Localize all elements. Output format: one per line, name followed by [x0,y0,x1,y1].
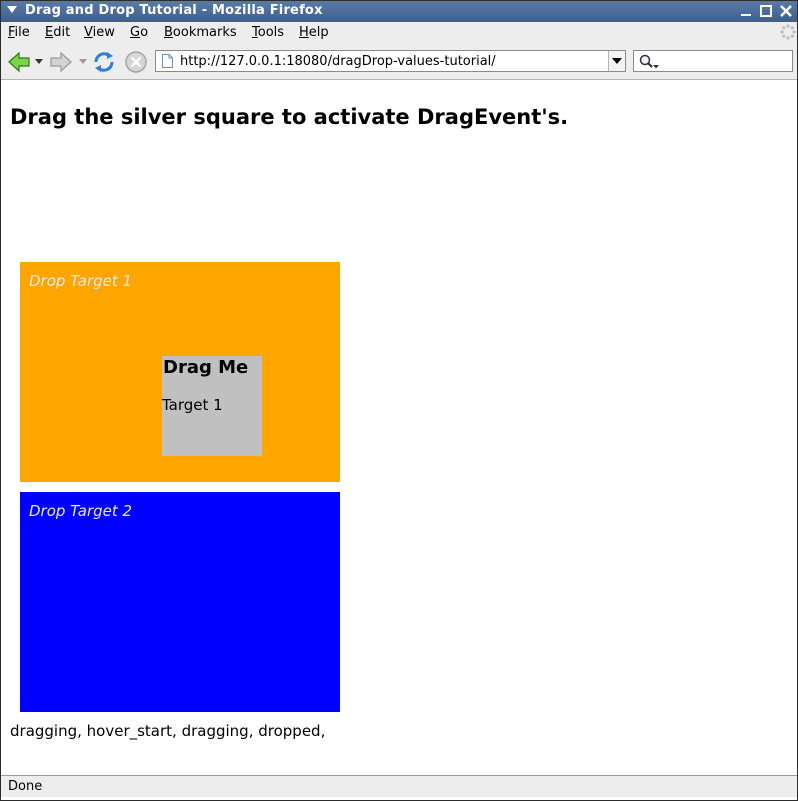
menu-bookmarks[interactable]: Bookmarks [164,25,237,40]
back-arrow-icon[interactable] [7,51,31,73]
stop-icon[interactable] [124,50,148,74]
forward-dropdown-icon[interactable] [79,59,87,65]
menu-view[interactable]: View [84,25,115,40]
menu-edit[interactable]: Edit [45,25,70,40]
drag-box-status: Target 1 [162,396,223,414]
throbber-icon [780,24,796,40]
drop-target-2-label: Drop Target 2 [29,502,133,520]
url-input[interactable] [180,52,600,70]
drag-box-title: Drag Me [163,357,249,378]
navigation-toolbar [1,44,797,80]
menu-help[interactable]: Help [299,25,329,40]
menu-go[interactable]: Go [130,25,148,40]
address-bar[interactable] [155,50,626,72]
title-bar: Drag and Drop Tutorial - Mozilla Firefox [1,1,797,22]
search-engine-icon[interactable] [638,53,660,71]
back-dropdown-icon[interactable] [35,59,43,65]
menu-bar: File Edit View Go Bookmarks Tools Help [1,22,797,44]
drop-target-2[interactable]: Drop Target 2 [20,492,340,712]
drag-box[interactable]: Drag Me Target 1 [162,356,262,456]
close-icon[interactable] [779,4,793,18]
drop-target-1-label: Drop Target 1 [29,272,133,290]
page-icon [162,54,173,68]
menu-tools[interactable]: Tools [252,25,284,40]
browser-window: Drag and Drop Tutorial - Mozilla Firefox… [0,0,798,801]
page-content: Drag the silver square to activate DragE… [1,80,797,775]
menu-file[interactable]: File [8,25,30,40]
window-menu-icon[interactable] [7,6,17,13]
event-log: dragging, hover_start, dragging, dropped… [10,722,326,740]
forward-arrow-icon[interactable] [49,51,73,73]
search-bar[interactable] [633,50,793,72]
page-heading: Drag the silver square to activate DragE… [10,105,569,129]
reload-icon[interactable] [92,50,116,74]
window-title: Drag and Drop Tutorial - Mozilla Firefox [25,3,323,18]
search-input[interactable] [662,52,788,70]
minimize-icon[interactable] [739,4,753,18]
maximize-icon[interactable] [759,4,773,18]
url-history-dropdown[interactable] [608,51,625,71]
status-text: Done [8,779,43,794]
status-bar: Done [1,775,797,797]
